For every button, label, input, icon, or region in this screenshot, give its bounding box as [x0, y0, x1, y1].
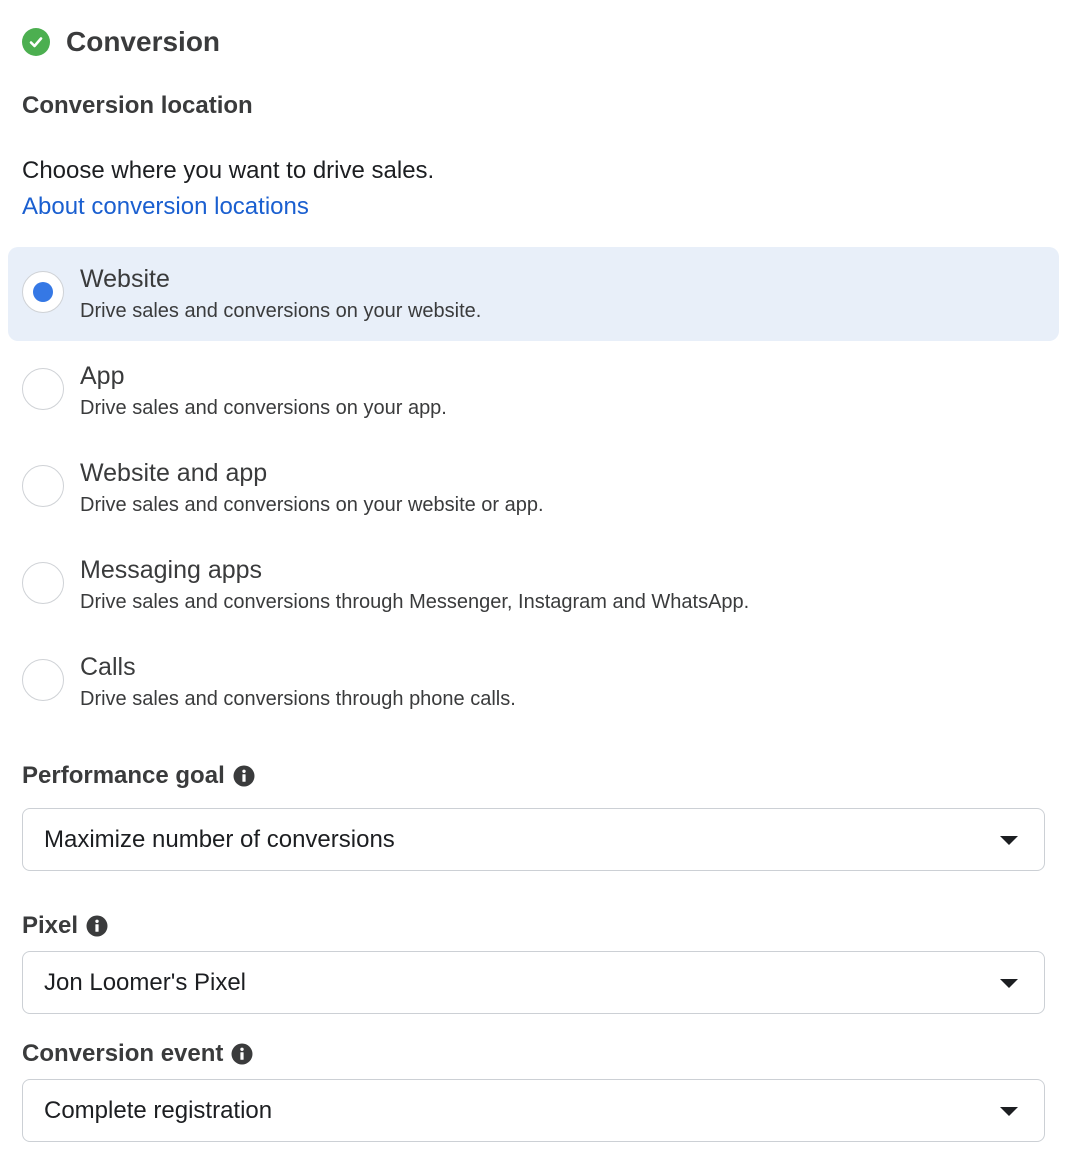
radio-app[interactable] [22, 368, 64, 410]
conversion-event-label-text: Conversion event [22, 1040, 224, 1067]
info-icon[interactable] [231, 1043, 253, 1065]
section-header: Conversion [22, 26, 220, 58]
about-conversion-locations-link[interactable]: About conversion locations [22, 193, 309, 221]
option-website[interactable]: Website Drive sales and conversions on y… [8, 247, 1059, 341]
conversion-location-label-text: Conversion location [22, 92, 253, 119]
option-app[interactable]: App Drive sales and conversions on your … [8, 344, 1059, 438]
radio-selected-dot [33, 282, 53, 302]
conversion-event-value: Complete registration [44, 1097, 273, 1124]
performance-goal-label-text: Performance goal [22, 762, 225, 789]
option-calls[interactable]: Calls Drive sales and conversions throug… [8, 635, 1059, 729]
option-website-and-app[interactable]: Website and app Drive sales and conversi… [8, 441, 1059, 535]
radio-messaging-apps[interactable] [22, 562, 64, 604]
conversion-event-label: Conversion event [22, 1040, 253, 1068]
pixel-dropdown[interactable]: Jon Loomer's Pixel [22, 951, 1045, 1014]
option-subtitle: Drive sales and conversions through phon… [80, 688, 516, 710]
option-title: Calls [80, 653, 136, 681]
option-subtitle: Drive sales and conversions on your webs… [80, 300, 482, 322]
option-title: Website and app [80, 459, 268, 487]
performance-goal-value: Maximize number of conversions [44, 826, 395, 853]
info-icon[interactable] [86, 915, 108, 937]
radio-website-and-app[interactable] [22, 465, 64, 507]
radio-calls[interactable] [22, 659, 64, 701]
info-icon[interactable] [233, 765, 255, 787]
option-title: Website [80, 265, 170, 293]
option-title: App [80, 362, 125, 390]
caret-down-icon [1000, 1107, 1018, 1116]
conversion-event-dropdown[interactable]: Complete registration [22, 1079, 1045, 1142]
performance-goal-label: Performance goal [22, 762, 255, 790]
option-title: Messaging apps [80, 556, 263, 584]
pixel-label-text: Pixel [22, 912, 79, 939]
caret-down-icon [1000, 836, 1018, 845]
option-messaging-apps[interactable]: Messaging apps Drive sales and conversio… [8, 538, 1059, 632]
performance-goal-dropdown[interactable]: Maximize number of conversions [22, 808, 1045, 871]
pixel-value: Jon Loomer's Pixel [44, 969, 247, 996]
option-subtitle: Drive sales and conversions on your webs… [80, 494, 544, 516]
radio-website[interactable] [22, 271, 64, 313]
conversion-location-description: Choose where you want to drive sales. [22, 157, 435, 184]
option-subtitle: Drive sales and conversions through Mess… [80, 591, 750, 613]
section-title: Conversion [66, 26, 221, 57]
option-subtitle: Drive sales and conversions on your app. [80, 397, 447, 419]
conversion-location-label: Conversion location [22, 92, 253, 120]
pixel-label: Pixel [22, 912, 108, 940]
check-circle-icon [22, 28, 50, 56]
caret-down-icon [1000, 979, 1018, 988]
